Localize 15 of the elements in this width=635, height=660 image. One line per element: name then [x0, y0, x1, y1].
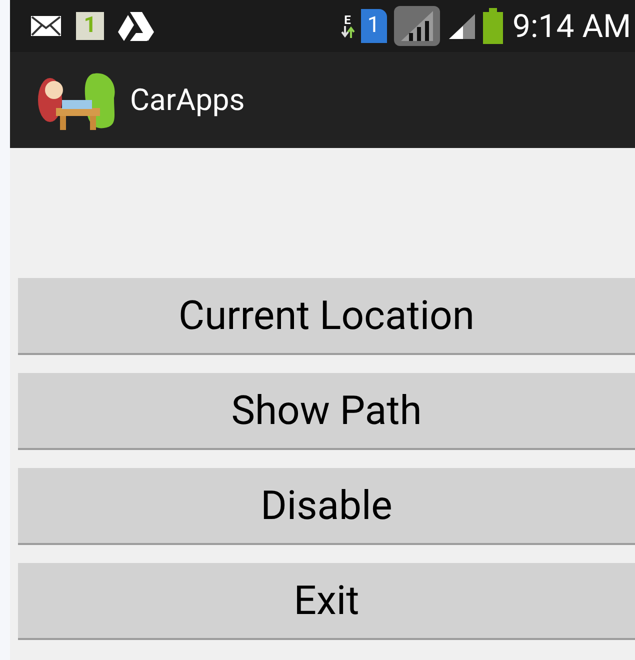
triangle-logo-icon [118, 11, 154, 41]
menu-button[interactable]: Show Path [18, 373, 635, 450]
clock: 9:14 AM [512, 10, 631, 42]
sim-badge: 1 [360, 9, 387, 43]
signal-icon [392, 5, 441, 47]
transfer-arrows-icon [340, 26, 355, 38]
mail-icon [30, 15, 62, 37]
menu-button[interactable]: Current Location [18, 278, 635, 355]
battery-icon [482, 8, 503, 44]
signal-icon [446, 12, 477, 40]
menu-button[interactable]: Exit [18, 563, 635, 640]
app-title: CarApps [130, 82, 245, 120]
notification-badge: 1 [76, 12, 104, 40]
menu-button[interactable]: Disable [18, 468, 635, 545]
data-type-indicator: E [340, 14, 355, 38]
